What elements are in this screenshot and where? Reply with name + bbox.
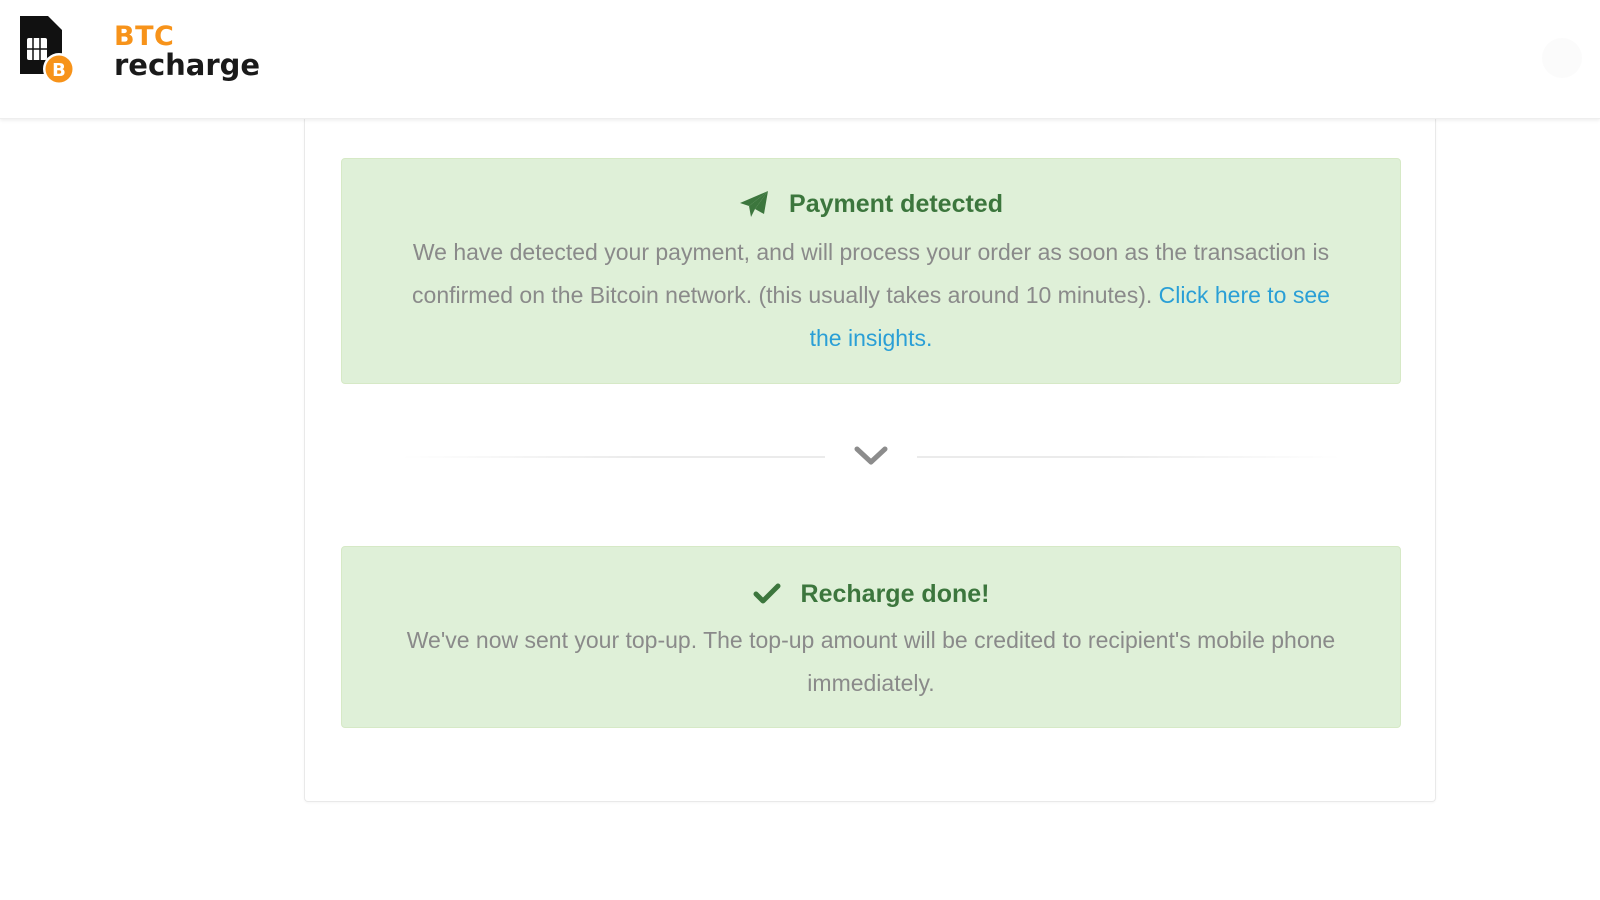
recharge-done-heading: Recharge done! — [753, 577, 990, 611]
logo-recharge-text: recharge — [114, 47, 261, 82]
chevron-down-icon — [854, 446, 888, 465]
logo-wordmark: BTC recharge — [114, 23, 260, 80]
payment-detected-alert: Payment detected We have detected your p… — [341, 158, 1401, 384]
paper-plane-icon — [740, 191, 769, 217]
recharge-done-title: Recharge done! — [800, 580, 990, 608]
payment-detected-message-block: We have detected your payment, and will … — [402, 231, 1340, 360]
recharge-done-alert: Recharge done! We've now sent your top-u… — [341, 546, 1401, 728]
header-menu-placeholder — [1542, 38, 1582, 78]
recharge-done-message: We've now sent your top-up. The top-up a… — [406, 627, 1336, 696]
payment-detected-title: Payment detected — [789, 190, 1003, 218]
logo-btc-text: BTC — [114, 20, 175, 52]
order-status-card: Payment detected We have detected your p… — [304, 118, 1436, 802]
logo-badge-letter: B — [52, 60, 66, 81]
site-header: B BTC recharge — [0, 0, 1600, 119]
sim-card-bitcoin-icon: B — [20, 16, 75, 85]
checkmark-icon — [753, 583, 781, 604]
logo-home-link[interactable]: B BTC recharge — [18, 14, 260, 88]
payment-detected-heading: Payment detected — [739, 187, 1003, 221]
step-divider-chevron — [825, 436, 917, 476]
